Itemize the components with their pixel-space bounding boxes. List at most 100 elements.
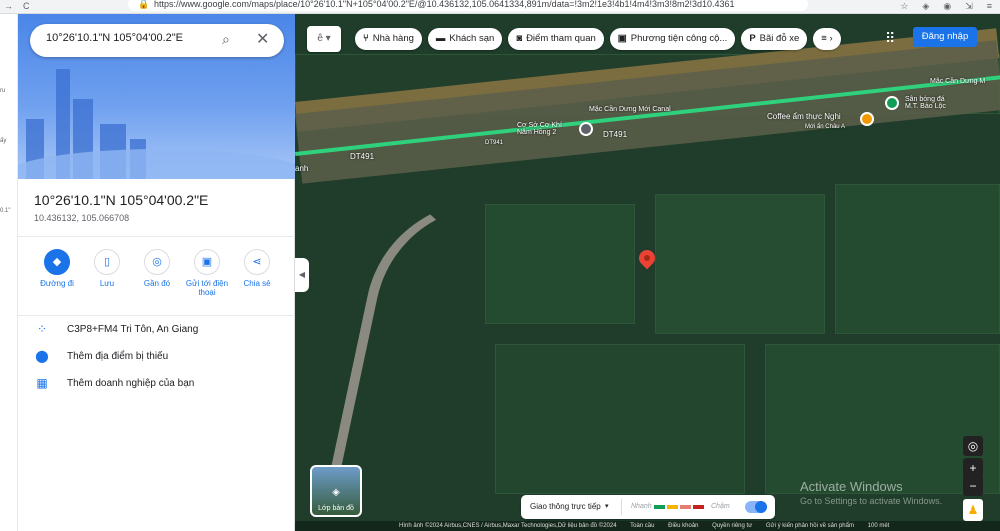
poi-marker[interactable]: [885, 96, 899, 110]
layers-dropdown-button[interactable]: ê ▾: [307, 26, 341, 52]
chip-transit[interactable]: ▣ Phương tiện công cộ...: [609, 28, 736, 50]
sign-in-button[interactable]: Đăng nhập: [913, 27, 977, 47]
field: [655, 194, 825, 334]
road-label: DT941: [485, 140, 504, 146]
rail-text: ru: [0, 88, 6, 94]
chip-attractions[interactable]: ◙ Điểm tham quan: [508, 28, 604, 50]
search-icon[interactable]: ⌕: [222, 31, 230, 48]
add-business-row[interactable]: ▦ Thêm doanh nghiệp của bạn: [18, 374, 295, 396]
parking-icon: P: [749, 33, 756, 44]
search-box[interactable]: ⌕ ✕: [30, 24, 284, 57]
traffic-legend[interactable]: Giao thông trực tiếp ▾ Nhanh Chậm: [521, 495, 775, 519]
search-input[interactable]: [46, 32, 216, 44]
share-button[interactable]: ⋖ Chia sẻ: [229, 249, 285, 288]
divider: [621, 499, 622, 515]
forward-icon[interactable]: →: [4, 0, 13, 12]
traffic-label: Giao thông trực tiếp: [530, 502, 601, 511]
reload-icon[interactable]: C: [23, 0, 30, 12]
menu-icon[interactable]: ≡: [987, 0, 992, 12]
browser-nav: → C: [4, 0, 30, 12]
poi-marker[interactable]: [860, 112, 874, 126]
chevron-down-icon[interactable]: ▾: [605, 502, 609, 510]
field: [835, 184, 1000, 334]
footer-link[interactable]: Điều khoản: [668, 523, 698, 529]
directions-icon: ◆: [44, 249, 70, 275]
browser-toolbar: → C 🔒 https://www.google.com/maps/place/…: [0, 0, 1000, 14]
chip-parking[interactable]: P Bãi đỗ xe: [741, 28, 808, 50]
poi-label: Mới ẩn Châu A: [805, 124, 845, 130]
activation-watermark-sub: Go to Settings to activate Windows.: [800, 496, 943, 506]
street-view-pegman-icon[interactable]: ♟: [963, 499, 983, 521]
layers-icon: ◈: [332, 487, 340, 498]
chip-label: Phương tiện công cộ...: [630, 33, 728, 44]
chip-label: Nhà hàng: [372, 33, 414, 44]
directions-button[interactable]: ◆ Đường đi: [29, 249, 85, 288]
traffic-color-bar: [667, 505, 678, 509]
chip-label: Bãi đỗ xe: [759, 33, 800, 44]
hotel-icon: ▬: [435, 33, 446, 44]
action-label: Gửi tới điện thoại: [185, 279, 229, 297]
layers-button[interactable]: ◈ Lớp bản đồ: [310, 465, 362, 517]
place-actions: ◆ Đường đi ▯ Lưu ◎ Gần đó ▣ Gửi tới điện…: [18, 236, 295, 316]
send-to-phone-icon: ▣: [194, 249, 220, 275]
canal-label: Mặc Cần Dưng M: [930, 78, 986, 85]
zoom-out-button[interactable]: −: [963, 476, 983, 496]
map-canvas[interactable]: DT491 DT941 DT491 Mặc Cần Dưng Mới Canal…: [295, 14, 1000, 531]
poi-label[interactable]: Sân bóng đá M.T. Bảo Lộc: [905, 96, 946, 110]
rail-text: ấy: [0, 138, 7, 144]
browser-actions: ☆ ◈ ◉ ⇲ ≡: [900, 0, 992, 12]
plus-code-row[interactable]: ⁘ C3P8+FM4 Tri Tôn, An Giang: [18, 320, 295, 342]
footer-link[interactable]: Quyền riêng tư: [712, 523, 752, 529]
action-label: Chia sẻ: [243, 279, 271, 288]
hero-image: ⌕ ✕: [18, 14, 295, 179]
footer-link[interactable]: Toàn cầu: [630, 523, 654, 529]
traffic-color-bar: [654, 505, 665, 509]
road-label: DT491: [603, 130, 628, 139]
footer-link[interactable]: Gửi ý kiến phản hồi về sản phẩm: [766, 523, 854, 529]
nearby-button[interactable]: ◎ Gần đó: [129, 249, 185, 288]
traffic-toggle[interactable]: [745, 501, 767, 513]
address-bar[interactable]: 🔒 https://www.google.com/maps/place/10°2…: [128, 0, 808, 11]
traffic-color-bar: [680, 505, 691, 509]
chip-restaurants[interactable]: ⑂ Nhà hàng: [355, 28, 422, 50]
apps-grid-icon[interactable]: ⠿: [885, 30, 895, 47]
add-place-text: Thêm địa điểm bị thiếu: [67, 351, 169, 362]
activation-watermark-title: Activate Windows: [800, 479, 903, 494]
zoom-in-button[interactable]: +: [963, 458, 983, 478]
chip-more[interactable]: ≡ ›: [813, 28, 841, 50]
poi-label[interactable]: Coffee ẩm thực Nghi: [767, 112, 841, 121]
address-text: https://www.google.com/maps/place/10°26'…: [154, 0, 735, 9]
nearby-icon: ◎: [144, 249, 170, 275]
account-icon[interactable]: ◉: [943, 0, 951, 12]
save-button[interactable]: ▯ Lưu: [79, 249, 135, 288]
plus-code-icon: ⁘: [36, 322, 48, 336]
shield-icon[interactable]: ◈: [922, 0, 929, 12]
rail-text: 0.1": [0, 208, 11, 214]
collapse-panel-button[interactable]: ◀: [295, 258, 309, 292]
close-icon[interactable]: ✕: [256, 29, 269, 49]
action-label: Lưu: [99, 279, 115, 288]
chevron-right-icon: ≡ ›: [821, 33, 833, 44]
place-panel: ⌕ ✕ 10°26'10.1"N 105°04'00.2"E 10.436132…: [18, 14, 295, 531]
add-place-icon: ⬤: [35, 349, 49, 363]
traffic-slow-label: Chậm: [711, 503, 730, 510]
my-location-button[interactable]: ◎: [963, 436, 983, 456]
scale-label[interactable]: 100 mét: [868, 523, 890, 529]
poi-marker[interactable]: [579, 122, 593, 136]
place-coordinates: 10.436132, 105.066708: [34, 213, 130, 223]
camera-icon: ◙: [516, 33, 523, 44]
place-title: 10°26'10.1"N 105°04'00.2"E: [34, 192, 209, 208]
action-label: Đường đi: [40, 279, 74, 288]
add-missing-place-row[interactable]: ⬤ Thêm địa điểm bị thiếu: [18, 347, 295, 369]
category-chips: ⑂ Nhà hàng ▬ Khách sạn ◙ Điểm tham quan ▣ Ph…: [355, 28, 841, 50]
share-icon: ⋖: [244, 249, 270, 275]
send-to-phone-button[interactable]: ▣ Gửi tới điện thoại: [179, 249, 235, 297]
add-business-icon: ▦: [36, 376, 48, 390]
bookmark-star-icon[interactable]: ☆: [900, 0, 908, 12]
canal-label: Mặc Cần Dưng Mới Canal: [589, 106, 671, 113]
chip-hotels[interactable]: ▬ Khách sạn: [427, 28, 503, 50]
lock-icon: 🔒: [138, 0, 150, 9]
poi-label[interactable]: Cơ Sở Cơ Khí Năm Hồng 2: [517, 122, 562, 136]
chip-label: Điểm tham quan: [526, 33, 596, 44]
extensions-icon[interactable]: ⇲: [965, 0, 973, 12]
